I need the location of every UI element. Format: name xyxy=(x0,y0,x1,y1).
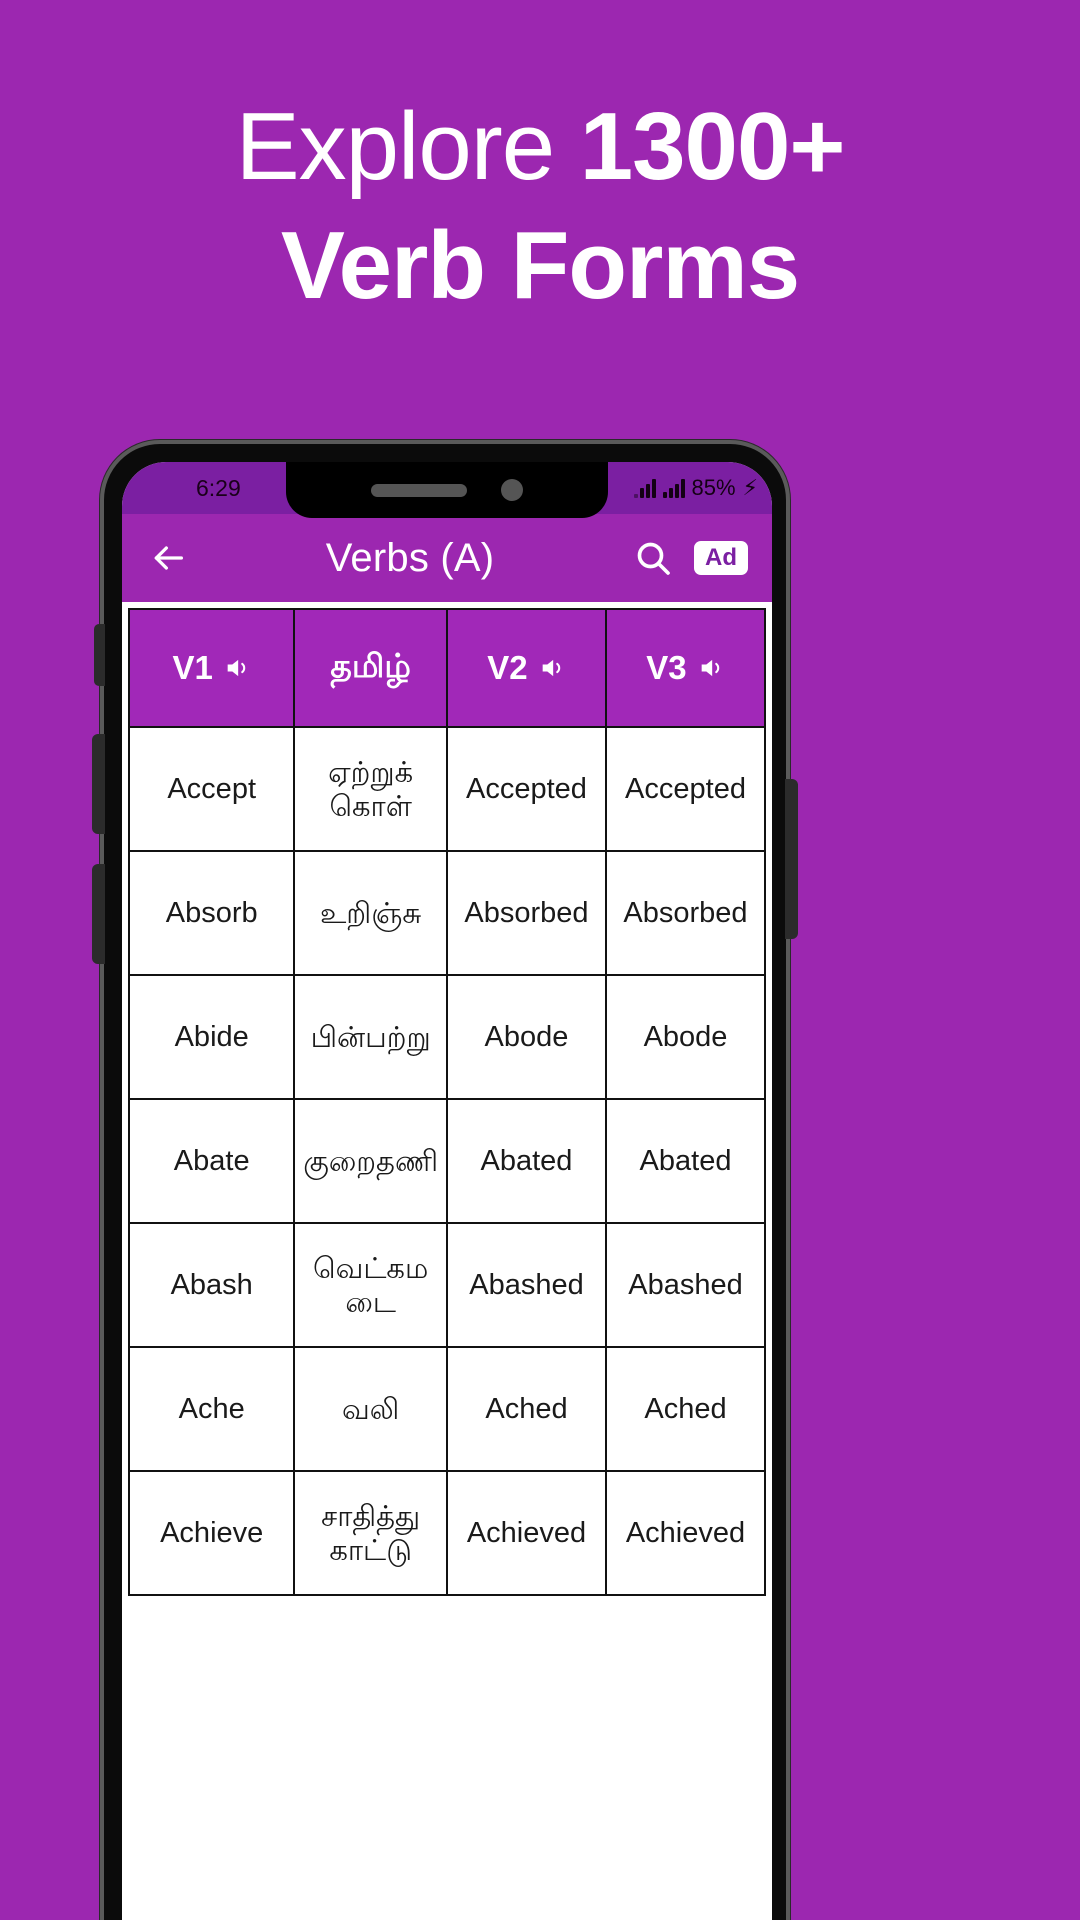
status-bar-time: 6:29 xyxy=(196,474,241,501)
front-camera-icon xyxy=(501,479,523,501)
cell-v1: Ache xyxy=(127,1346,296,1472)
promo-line-1-light: Explore xyxy=(235,93,580,200)
table-header-row: V1 தமிழ் V2 V3 xyxy=(127,608,767,728)
column-header-v1[interactable]: V1 xyxy=(127,608,296,728)
table-row[interactable]: Abide பின்பற்று Abode Abode xyxy=(127,974,767,1100)
column-header-v2-label: V2 xyxy=(487,649,528,686)
cell-v2: Ached xyxy=(445,1346,607,1472)
cell-v3: Accepted xyxy=(604,726,767,852)
verbs-table-body: Accept ஏற்றுக் கொள் Accepted Accepted Ab… xyxy=(127,726,767,1596)
table-row[interactable]: Ache வலி Ached Ached xyxy=(127,1346,767,1472)
promo-line-1-bold: 1300+ xyxy=(579,93,846,200)
arrow-left-icon[interactable] xyxy=(146,536,190,580)
app-bar: Verbs (A) Ad xyxy=(122,514,772,602)
phone-side-button-right-1 xyxy=(785,779,798,939)
promo-headline: Explore 1300+ Verb Forms xyxy=(0,92,1080,321)
speaker-icon-v2[interactable] xyxy=(538,654,566,682)
cell-v3: Abated xyxy=(604,1098,767,1224)
table-row[interactable]: Abash வெட்கமடை Abashed Abashed xyxy=(127,1222,767,1348)
column-header-v1-label: V1 xyxy=(172,649,213,686)
cell-v3: Absorbed xyxy=(604,850,767,976)
cell-tamil: உறிஞ்சு xyxy=(293,850,448,976)
signal-bars-icon-2 xyxy=(662,478,685,498)
column-header-v3[interactable]: V3 xyxy=(604,608,767,728)
search-icon[interactable] xyxy=(630,535,676,581)
phone-screen: 6:29 85% ⚡ Verbs (A) Ad V1 தமிழ் V2 V3 A… xyxy=(122,462,772,1920)
cell-v3: Abode xyxy=(604,974,767,1100)
battery-percent-label: 85% xyxy=(691,475,736,500)
cell-v1: Abate xyxy=(127,1098,296,1224)
promo-line-2: Verb Forms xyxy=(280,212,800,320)
phone-notch xyxy=(286,462,608,518)
speaker-icon-v3[interactable] xyxy=(697,654,725,682)
cell-tamil: பின்பற்று xyxy=(293,974,448,1100)
cell-v1: Achieve xyxy=(127,1470,296,1596)
bolt-icon: ⚡ xyxy=(742,475,758,500)
phone-side-button-left-2 xyxy=(92,734,105,834)
cell-tamil: சாதித்து காட்டு xyxy=(293,1470,448,1596)
cell-tamil: வெட்கமடை xyxy=(293,1222,448,1348)
cell-v2: Abated xyxy=(445,1098,607,1224)
cell-v3: Ached xyxy=(604,1346,767,1472)
column-header-tamil-label: தமிழ் xyxy=(330,646,411,685)
status-bar-right-group: 85% ⚡ xyxy=(633,475,758,501)
cell-v2: Abashed xyxy=(445,1222,607,1348)
phone-side-button-left-3 xyxy=(92,864,105,964)
table-row[interactable]: Achieve சாதித்து காட்டு Achieved Achieve… xyxy=(127,1470,767,1596)
cell-v2: Accepted xyxy=(445,726,607,852)
table-row[interactable]: Absorb உறிஞ்சு Absorbed Absorbed xyxy=(127,850,767,976)
signal-bars-icon-1 xyxy=(633,478,656,498)
cell-v3: Abashed xyxy=(604,1222,767,1348)
earpiece-speaker-icon xyxy=(371,483,467,497)
cell-v1: Abide xyxy=(127,974,296,1100)
verbs-table: V1 தமிழ் V2 V3 Accept ஏற்றுக் கொள் Accep… xyxy=(127,608,767,1596)
promo-line-1: Explore 1300+ xyxy=(0,92,1080,201)
cell-v1: Abash xyxy=(127,1222,296,1348)
cell-v1: Accept xyxy=(127,726,296,852)
page-title: Verbs (A) xyxy=(325,535,495,580)
table-row[interactable]: Accept ஏற்றுக் கொள் Accepted Accepted xyxy=(127,726,767,852)
cell-v2: Absorbed xyxy=(445,850,607,976)
cell-tamil: வலி xyxy=(293,1346,448,1472)
status-bar: 6:29 85% ⚡ xyxy=(122,462,772,518)
cell-v3: Achieved xyxy=(604,1470,767,1596)
cell-v2: Abode xyxy=(445,974,607,1100)
phone-side-button-left-1 xyxy=(94,624,105,686)
cell-tamil: ஏற்றுக் கொள் xyxy=(293,726,448,852)
column-header-v3-label: V3 xyxy=(646,649,687,686)
phone-mockup: 6:29 85% ⚡ Verbs (A) Ad V1 தமிழ் V2 V3 A… xyxy=(92,440,798,1920)
cell-v2: Achieved xyxy=(445,1470,607,1596)
ad-badge[interactable]: Ad xyxy=(694,541,748,575)
verbs-table-container[interactable]: V1 தமிழ் V2 V3 Accept ஏற்றுக் கொள் Accep… xyxy=(122,602,772,1920)
column-header-tamil[interactable]: தமிழ் xyxy=(293,608,448,728)
speaker-icon-v1[interactable] xyxy=(223,654,251,682)
cell-tamil: குறைதணி xyxy=(293,1098,448,1224)
column-header-v2[interactable]: V2 xyxy=(445,608,607,728)
cell-v1: Absorb xyxy=(127,850,296,976)
table-row[interactable]: Abate குறைதணி Abated Abated xyxy=(127,1098,767,1224)
